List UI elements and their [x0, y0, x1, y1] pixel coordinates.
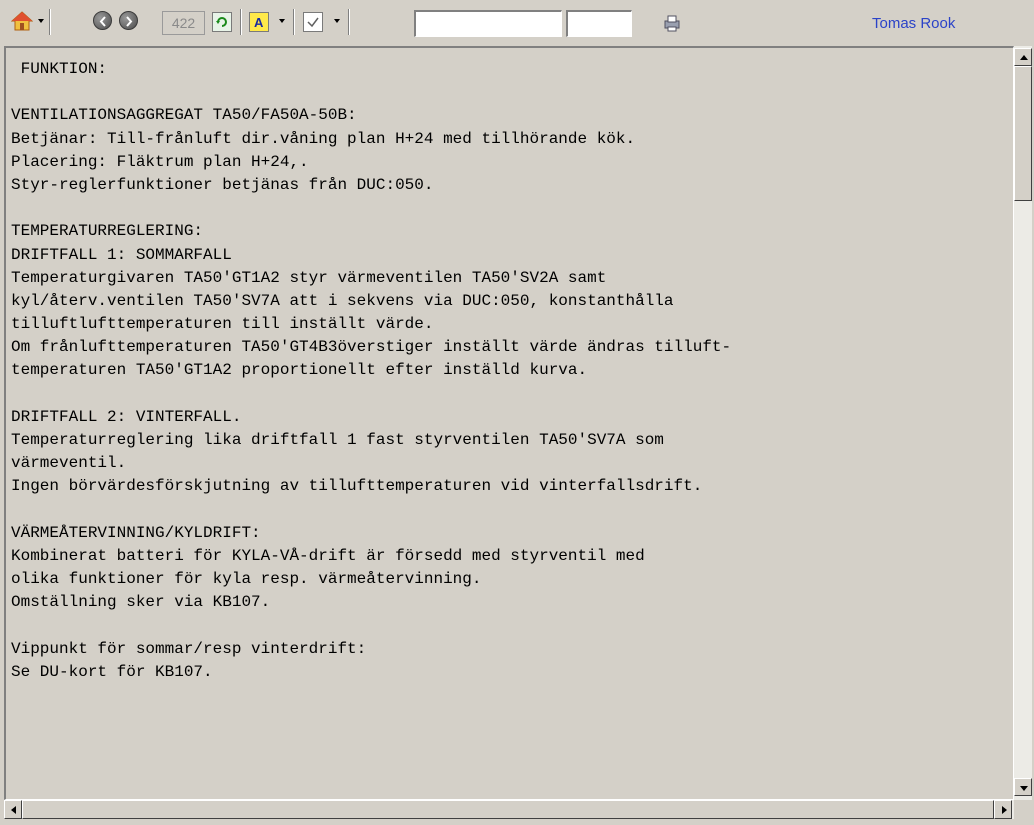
scroll-right-button[interactable] — [994, 800, 1012, 819]
back-button[interactable] — [93, 11, 112, 30]
toolbar-separator — [49, 9, 51, 35]
document-line: Om frånlufttemperaturen TA50'GT4B3överst… — [11, 338, 732, 357]
arrow-up-icon — [1020, 55, 1028, 60]
print-button[interactable] — [662, 13, 684, 33]
document-text: FUNKTION: VENTILATIONSAGGREGAT TA50/FA50A… — [11, 58, 731, 684]
vertical-scroll-thumb[interactable] — [1014, 66, 1032, 201]
print-icon — [664, 15, 680, 32]
toolbar-separator — [240, 9, 242, 35]
toolbar-separator — [348, 9, 350, 35]
arrow-down-icon — [1020, 786, 1028, 791]
page-number-field[interactable]: 422 — [162, 11, 205, 35]
document-line: DRIFTFALL 2: VINTERFALL. — [11, 407, 242, 426]
scroll-left-button[interactable] — [4, 800, 22, 819]
document-line: Temperaturreglering lika driftfall 1 fas… — [11, 431, 664, 449]
horizontal-scrollbar[interactable] — [4, 800, 1014, 819]
vertical-scrollbar[interactable] — [1014, 46, 1032, 800]
arrow-right-icon — [1002, 806, 1007, 814]
document-line — [11, 499, 731, 522]
forward-button[interactable] — [119, 11, 138, 30]
document-line: kyl/återv.ventilen TA50'SV7A att i sekve… — [11, 291, 674, 310]
forward-icon — [126, 16, 133, 27]
home-icon[interactable] — [10, 10, 34, 32]
document-line: TEMPERATURREGLERING: — [11, 222, 204, 241]
document-line: VÄRMEÅTERVINNING/KYLDRIFT: — [11, 523, 261, 542]
document-line: Placering: Fläktrum plan H+24,. — [11, 152, 309, 171]
page-number-value: 422 — [171, 15, 196, 31]
secondary-field[interactable] — [566, 10, 632, 37]
user-name-link[interactable]: Tomas Rook — [872, 15, 955, 32]
scroll-down-button[interactable] — [1014, 778, 1032, 796]
checkbox-dropdown-caret[interactable] — [334, 19, 340, 23]
arrow-left-icon — [11, 806, 16, 814]
field-spacer — [358, 10, 364, 37]
horizontal-scroll-thumb[interactable] — [22, 800, 994, 819]
checkbox-icon — [307, 17, 319, 28]
document-line: Omställning sker via KB107. — [11, 593, 271, 612]
document-line: VENTILATIONSAGGREGAT TA50/FA50A-50B: — [11, 106, 357, 125]
scrollbar-corner — [1014, 800, 1032, 819]
document-line: Temperaturgivaren TA50'GT1A2 styr värmev… — [11, 268, 607, 287]
search-field[interactable] — [414, 10, 562, 37]
document-line: DRIFTFALL 1: SOMMARFALL — [11, 245, 232, 264]
document-line: Se DU-kort för KB107. — [11, 662, 213, 681]
document-line: Styr-reglerfunktioner betjänas från DUC:… — [11, 175, 434, 194]
document-viewer[interactable]: FUNKTION: VENTILATIONSAGGREGAT TA50/FA50A… — [4, 46, 1014, 800]
document-line: värmeventil. — [11, 454, 127, 473]
font-icon: A — [254, 15, 264, 30]
document-line: tilluftlufttemperaturen till inställt vä… — [11, 315, 434, 334]
document-line: Kombinerat batteri för KYLA-VÅ-drift är … — [11, 546, 645, 565]
font-button[interactable]: A — [249, 12, 269, 32]
toolbar: 422 A Tomas Rook — [0, 0, 1034, 46]
document-line: olika funktioner för kyla resp. värmeåte… — [11, 570, 482, 589]
document-line — [11, 615, 731, 638]
document-line — [11, 383, 731, 406]
back-icon — [99, 16, 106, 27]
document-line — [11, 197, 731, 220]
document-line: Betjänar: Till-frånluft dir.våning plan … — [11, 129, 636, 148]
font-dropdown-caret[interactable] — [279, 19, 285, 23]
toolbar-separator — [293, 9, 295, 35]
document-line: Vippunkt för sommar/resp vinterdrift: — [11, 639, 367, 658]
home-dropdown-caret[interactable] — [38, 19, 44, 23]
scroll-up-button[interactable] — [1014, 48, 1032, 66]
refresh-button[interactable] — [212, 12, 232, 32]
svg-text:A: A — [254, 15, 264, 30]
checkbox-button[interactable] — [303, 12, 323, 32]
refresh-icon — [216, 17, 227, 27]
document-line: Ingen börvärdesförskjutning av tilluftte… — [11, 477, 703, 496]
document-line: FUNKTION: — [11, 60, 108, 78]
document-line: temperaturen TA50'GT1A2 proportionellt e… — [11, 361, 588, 380]
document-line — [11, 81, 731, 104]
